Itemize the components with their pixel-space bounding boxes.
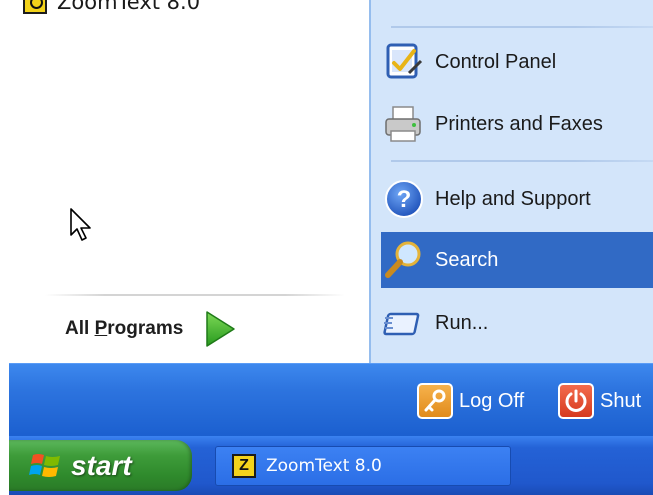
pinned-program-zoomtext[interactable]: ZoomText 8.0 xyxy=(23,0,200,16)
all-programs-label: All Programs xyxy=(65,318,184,339)
pinned-program-label: ZoomText 8.0 xyxy=(57,0,201,14)
taskbar-button-zoomtext[interactable]: Z ZoomText 8.0 xyxy=(215,446,511,486)
help-and-support-label: Help and Support xyxy=(435,187,591,210)
log-off-button[interactable]: Log Off xyxy=(417,380,524,422)
run-item[interactable]: Run... xyxy=(381,295,653,351)
printers-and-faxes-item[interactable]: Printers and Faxes xyxy=(381,96,653,152)
screen: ZoomText 8.0 All Programs Control Panel … xyxy=(9,0,653,495)
start-menu-bottom-bar: Log Off Shut xyxy=(9,363,653,437)
right-pane-separator xyxy=(391,160,653,162)
printers-and-faxes-label: Printers and Faxes xyxy=(435,112,603,135)
mouse-cursor-icon xyxy=(70,208,91,241)
start-menu-left-pane: ZoomText 8.0 All Programs xyxy=(9,0,371,363)
help-icon: ? xyxy=(381,176,427,222)
windows-logo-icon xyxy=(29,453,60,477)
start-label: start xyxy=(71,449,132,481)
right-pane-separator xyxy=(391,26,653,28)
search-icon xyxy=(381,237,427,283)
all-programs-separator xyxy=(45,294,345,296)
start-menu-right-pane: Control Panel Printers and Faxes ? Help … xyxy=(371,0,653,363)
control-panel-icon xyxy=(381,39,427,85)
shut-down-label: Shut xyxy=(600,389,642,412)
run-icon xyxy=(381,300,427,346)
start-button[interactable]: start xyxy=(9,440,192,491)
printer-icon xyxy=(381,101,427,147)
search-label: Search xyxy=(435,248,499,271)
help-and-support-item[interactable]: ? Help and Support xyxy=(381,171,653,227)
svg-text:?: ? xyxy=(397,186,412,213)
all-programs-button[interactable]: All Programs xyxy=(45,303,237,355)
zoomtext-app-icon: Z xyxy=(232,454,256,478)
control-panel-label: Control Panel xyxy=(435,50,557,73)
power-icon xyxy=(558,383,594,419)
taskbar: start Z ZoomText 8.0 xyxy=(9,436,653,495)
key-icon xyxy=(417,383,453,419)
run-label: Run... xyxy=(435,311,489,334)
log-off-label: Log Off xyxy=(459,389,525,412)
zoomtext-icon xyxy=(23,0,47,14)
all-programs-arrow-icon xyxy=(206,311,236,347)
search-item[interactable]: Search xyxy=(381,232,653,288)
taskbar-button-label: ZoomText 8.0 xyxy=(266,456,382,476)
control-panel-item[interactable]: Control Panel xyxy=(381,34,653,90)
shut-down-button[interactable]: Shut xyxy=(558,380,641,422)
